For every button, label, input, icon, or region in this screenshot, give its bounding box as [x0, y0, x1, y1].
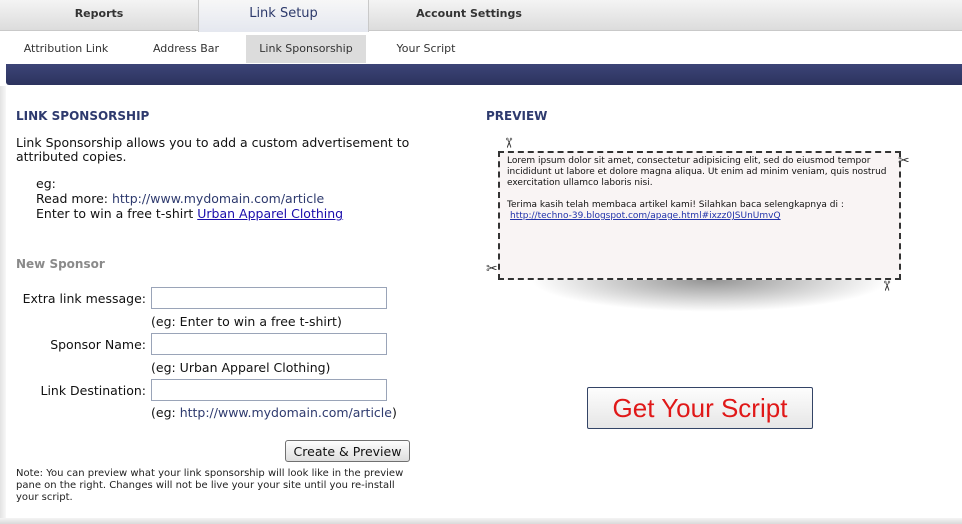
top-tab-bar: Reports Link Setup Account Settings: [0, 0, 962, 33]
scissors-icon: ✂: [877, 280, 894, 292]
sponsor-name-hint: (eg: Urban Apparel Clothing): [151, 360, 331, 375]
new-sponsor-heading: New Sponsor: [16, 257, 105, 271]
example-label: eg:: [36, 176, 56, 191]
scissors-icon: ✂: [499, 137, 516, 149]
sponsor-name-label: Sponsor Name:: [50, 337, 146, 352]
tab-reports[interactable]: Reports: [0, 0, 198, 31]
dest-hint-suffix: ): [391, 405, 397, 420]
example-win: Enter to win a free t-shirt Urban Appare…: [36, 206, 343, 221]
scissors-icon: ✂: [898, 153, 910, 169]
dest-hint-url: http://www.mydomain.com/article: [179, 405, 392, 420]
example-read-more: Read more: http://www.mydomain.com/artic…: [36, 191, 343, 206]
extra-message-label: Extra link message:: [22, 291, 146, 306]
note-text: Note: You can preview what your link spo…: [16, 468, 404, 503]
sponsor-name-input[interactable]: [151, 333, 387, 355]
link-destination-input[interactable]: [151, 379, 387, 401]
preview-thanks: Terima kasih telah membaca artikel kami!…: [507, 200, 844, 210]
subtab-address-bar[interactable]: Address Bar: [140, 35, 232, 63]
preview-pane: Lorem ipsum dolor sit amet, consectetur …: [498, 151, 901, 280]
section-title: LINK SPONSORSHIP: [16, 109, 150, 123]
win-text: Enter to win a free t-shirt: [36, 206, 194, 221]
header-bar: [6, 64, 962, 85]
sub-tab-bar: Attribution Link Address Bar Link Sponso…: [0, 32, 962, 63]
subtab-your-script[interactable]: Your Script: [383, 35, 469, 63]
preview-url[interactable]: http://techno-39.blogspot.com/apage.html…: [510, 211, 892, 222]
subtab-attribution-link[interactable]: Attribution Link: [10, 35, 122, 63]
tab-account-settings[interactable]: Account Settings: [369, 0, 569, 31]
subtab-link-sponsorship[interactable]: Link Sponsorship: [246, 35, 366, 63]
tab-link-setup[interactable]: Link Setup: [198, 0, 369, 33]
extra-message-input[interactable]: [151, 287, 387, 309]
read-more-label: Read more:: [36, 191, 108, 206]
read-more-url: http://www.mydomain.com/article: [111, 191, 325, 206]
extra-message-hint: (eg: Enter to win a free t-shirt): [151, 314, 342, 329]
scissors-icon: ✂: [486, 261, 498, 277]
section-description: Link Sponsorship allows you to add a cus…: [16, 135, 410, 164]
example-block: eg: Read more: http://www.mydomain.com/a…: [36, 176, 343, 221]
link-destination-label: Link Destination:: [40, 383, 146, 398]
link-destination-hint: (eg: http://www.mydomain.com/article): [151, 405, 397, 420]
dest-hint-prefix: (eg:: [151, 405, 180, 420]
win-link[interactable]: Urban Apparel Clothing: [197, 206, 343, 221]
bottom-border: [0, 518, 962, 524]
preview-lorem: Lorem ipsum dolor sit amet, consectetur …: [507, 156, 887, 188]
page: Reports Link Setup Account Settings Attr…: [0, 0, 962, 524]
preview-title: PREVIEW: [486, 109, 548, 123]
get-your-script-button[interactable]: Get Your Script: [587, 387, 813, 429]
create-preview-button[interactable]: Create & Preview: [285, 440, 410, 462]
